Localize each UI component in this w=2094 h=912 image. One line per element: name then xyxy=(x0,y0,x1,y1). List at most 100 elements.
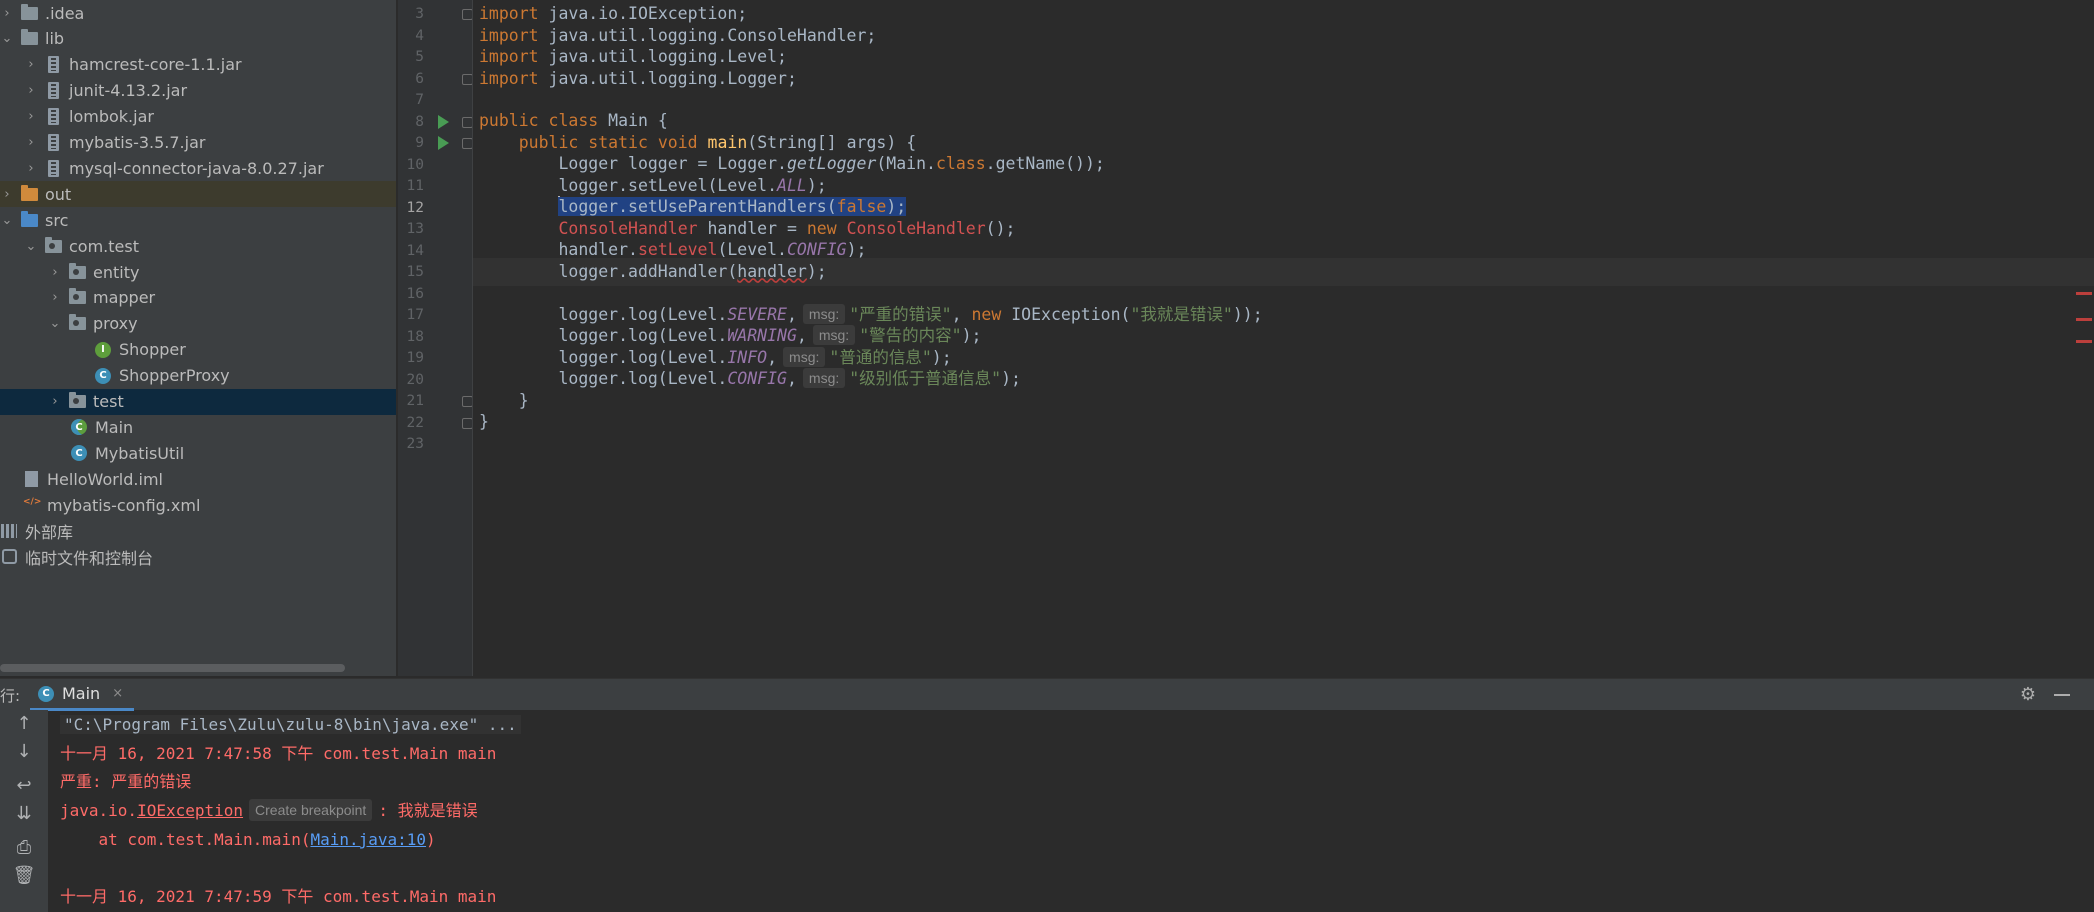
tree-item[interactable]: C ShopperProxy xyxy=(0,363,396,389)
code-editor[interactable]: 3 4 5 6 7 8 9 10 11 12 13 14 15 16 17 18 19 20 21 22 23 impo… xyxy=(398,0,2094,676)
tree-item-label: MybatisUtil xyxy=(95,443,185,463)
trash-icon[interactable]: 🗑 xyxy=(12,864,36,888)
code-line-6[interactable]: import java.util.logging.Logger; xyxy=(479,65,797,94)
tree-item-label: 外部库 xyxy=(25,523,74,542)
package-icon xyxy=(68,392,86,411)
gear-icon[interactable]: ⚙ xyxy=(2018,685,2038,705)
tree-item[interactable]: › mybatis-3.5.7.jar xyxy=(0,130,396,156)
code-text: )); xyxy=(1232,304,1263,324)
interface-icon: I xyxy=(94,341,112,359)
code-text: (String[] args) { xyxy=(747,132,917,152)
error-stripe[interactable] xyxy=(2068,0,2094,676)
constant: CONFIG xyxy=(727,369,787,388)
code-line-22[interactable]: } xyxy=(479,408,489,437)
code-area[interactable]: import java.io.IOException; import java.… xyxy=(473,0,2094,676)
selected-text[interactable]: logger.setUseParentHandlers(false); xyxy=(558,197,907,216)
run-icon[interactable] xyxy=(438,114,449,129)
tree-item[interactable]: › test xyxy=(0,388,396,415)
static-method-call: getLogger xyxy=(786,154,877,173)
tree-item[interactable]: ⌄ com.test xyxy=(0,233,396,259)
tree-item-label: src xyxy=(45,210,69,230)
chevron-right-icon[interactable]: › xyxy=(0,187,14,202)
minimize-icon[interactable] xyxy=(2054,694,2070,696)
error-marker[interactable] xyxy=(2076,318,2092,321)
tree-item-label: mybatis-3.5.7.jar xyxy=(69,133,206,152)
tree-item[interactable]: C MybatisUtil xyxy=(0,440,396,466)
chevron-right-icon[interactable]: › xyxy=(0,6,14,21)
code-line-20[interactable]: logger.log(Level.CONFIG, msg: "级别低于普通信息"); xyxy=(479,365,1021,394)
code-text: logger.setLevel(Level. xyxy=(479,175,778,195)
code-text: logger.addHandler( xyxy=(479,261,738,281)
chevron-right-icon[interactable]: › xyxy=(24,109,38,124)
chevron-down-icon[interactable]: ⌄ xyxy=(0,213,14,228)
arrow-up-icon[interactable]: ↑ xyxy=(12,712,36,736)
exception-class-link[interactable]: IOException xyxy=(137,801,243,820)
tree-item[interactable]: ⌄ lib xyxy=(0,26,396,52)
parameter-hint: msg: xyxy=(802,368,846,388)
code-text: , xyxy=(786,369,797,388)
tree-item[interactable]: › junit-4.13.2.jar xyxy=(0,78,396,104)
source-link[interactable]: Main.java:10 xyxy=(310,830,426,849)
tree-item[interactable]: 临时文件和控制台 xyxy=(0,544,396,570)
tree-item[interactable]: ⌄ proxy xyxy=(0,311,396,337)
scroll-to-end-icon[interactable]: ⇊ xyxy=(12,802,36,826)
tree-item[interactable]: › entity xyxy=(0,259,396,285)
error-marker[interactable] xyxy=(2076,340,2092,343)
keyword: new xyxy=(806,218,837,238)
chevron-right-icon[interactable]: › xyxy=(48,265,62,280)
error-argument: handler xyxy=(737,261,807,281)
tree-item[interactable]: ⌄ src xyxy=(0,207,396,233)
tree-item[interactable]: HelloWorld.iml xyxy=(0,466,396,492)
tree-horizontal-scrollbar[interactable] xyxy=(0,664,345,672)
soft-wrap-icon[interactable]: ↩ xyxy=(12,774,36,798)
print-icon[interactable]: ⎙ xyxy=(12,836,36,860)
tree-item[interactable]: </> mybatis-config.xml xyxy=(0,492,396,518)
run-icon[interactable] xyxy=(438,136,449,150)
constant: INFO xyxy=(727,347,768,367)
parameter-hint: msg: xyxy=(783,346,826,367)
tree-item[interactable]: I Shopper xyxy=(0,337,396,363)
tree-item-label: test xyxy=(93,392,124,411)
tree-item-label: com.test xyxy=(69,236,139,256)
tree-item[interactable]: › .idea xyxy=(0,0,396,26)
constant: SEVERE xyxy=(727,304,787,324)
keyword: import xyxy=(479,4,539,23)
chevron-right-icon[interactable]: › xyxy=(48,290,62,305)
code-text: } xyxy=(479,390,529,410)
tree-item[interactable]: › mapper xyxy=(0,285,396,311)
chevron-right-icon[interactable]: › xyxy=(48,394,62,409)
code-text: ); xyxy=(806,175,827,195)
string-literal: "我就是错误" xyxy=(1130,304,1233,324)
close-icon[interactable]: × xyxy=(112,686,123,701)
console-log-line: 十一月 16, 2021 7:47:58 下午 com.test.Main ma… xyxy=(60,744,497,763)
code-text: logger.log(Level. xyxy=(479,326,728,345)
arrow-down-icon[interactable]: ↓ xyxy=(12,740,36,764)
package-icon xyxy=(68,262,86,281)
chevron-right-icon[interactable]: › xyxy=(24,135,38,150)
error-marker[interactable] xyxy=(2076,292,2092,295)
chevron-right-icon[interactable]: › xyxy=(24,83,38,98)
chevron-right-icon[interactable]: › xyxy=(24,161,38,176)
package-icon xyxy=(44,236,62,255)
chevron-right-icon[interactable]: › xyxy=(24,57,38,72)
code-text: , xyxy=(767,347,778,367)
console-output[interactable]: "C:\Program Files\Zulu\zulu-8\bin\java.e… xyxy=(56,710,2094,912)
tree-item[interactable]: C Main xyxy=(0,414,396,440)
create-breakpoint-hint[interactable]: Create breakpoint xyxy=(249,799,373,821)
chevron-down-icon[interactable]: ⌄ xyxy=(48,316,62,331)
tree-item-label: 临时文件和控制台 xyxy=(25,548,154,568)
string-literal: "严重的错误" xyxy=(849,304,952,324)
string-literal: "级别低于普通信息" xyxy=(849,369,1002,388)
code-text: ); xyxy=(886,197,907,216)
tree-item[interactable]: › mysql-connector-java-8.0.27.jar xyxy=(0,155,396,181)
chevron-down-icon[interactable]: ⌄ xyxy=(24,239,38,254)
tree-item[interactable]: › hamcrest-core-1.1.jar xyxy=(0,52,396,78)
code-text: , xyxy=(796,326,807,345)
tree-item[interactable]: › lombok.jar xyxy=(0,104,396,130)
tree-item-label: junit-4.13.2.jar xyxy=(69,81,188,101)
run-tab-main[interactable]: C Main × xyxy=(30,679,134,711)
tree-item[interactable]: › out xyxy=(0,181,396,208)
chevron-down-icon[interactable]: ⌄ xyxy=(0,31,14,46)
tree-item[interactable]: 外部库 xyxy=(0,518,396,544)
code-line-15[interactable]: logger.addHandler(handler); xyxy=(479,258,826,287)
